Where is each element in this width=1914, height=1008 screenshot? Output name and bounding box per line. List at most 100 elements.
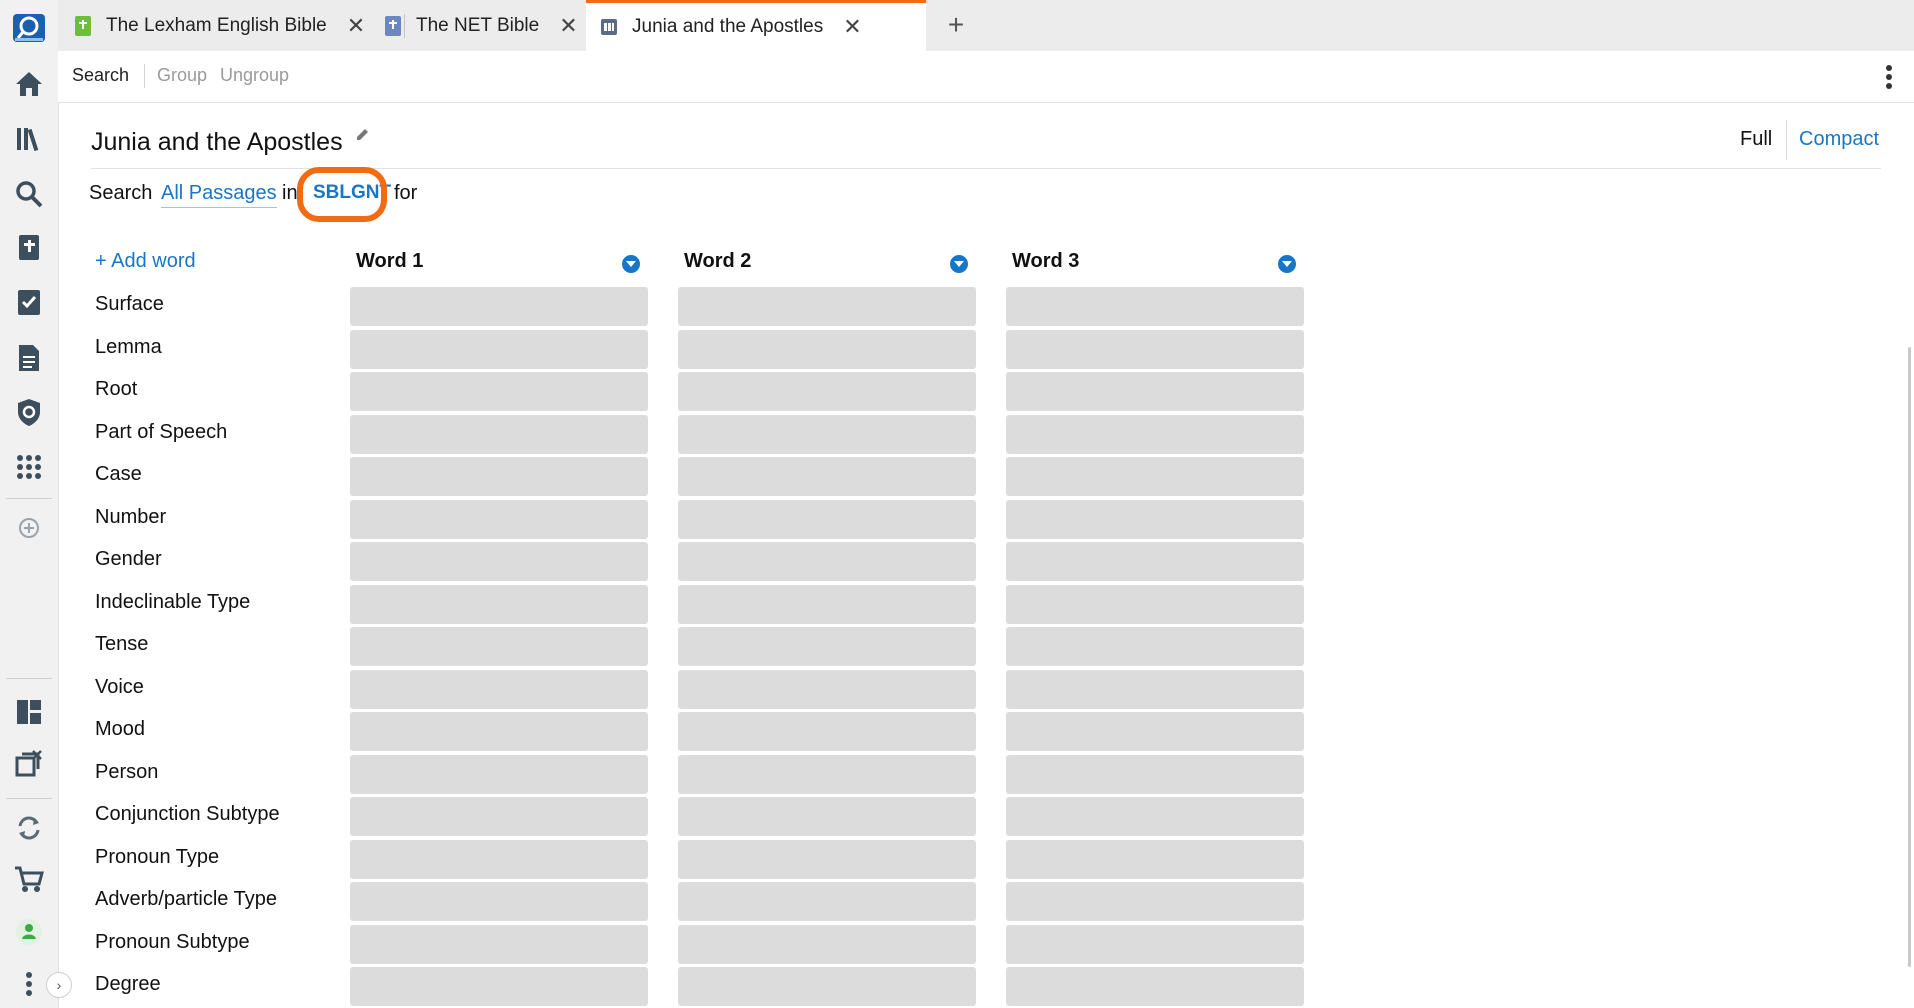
- close-icon[interactable]: ✕: [559, 14, 577, 37]
- attribute-value-cell[interactable]: [678, 627, 976, 666]
- dropdown-arrow-icon[interactable]: [950, 255, 968, 273]
- attribute-value-cell[interactable]: [1006, 457, 1304, 496]
- attribute-value-cell[interactable]: [678, 414, 976, 454]
- sync-icon[interactable]: [0, 806, 58, 850]
- for-label: for: [394, 182, 418, 204]
- tab-junia-apostles[interactable]: Junia and the Apostles ✕: [586, 0, 926, 51]
- attribute-value-cell[interactable]: [1006, 797, 1304, 836]
- attribute-value-cell[interactable]: [1006, 542, 1304, 581]
- attribute-value-cell[interactable]: [678, 329, 976, 369]
- logos-app-icon[interactable]: [0, 6, 58, 50]
- attribute-label: Lemma: [95, 335, 162, 358]
- shield-icon[interactable]: [0, 390, 58, 434]
- layout-icon[interactable]: [0, 690, 58, 734]
- add-panel-icon[interactable]: [0, 506, 58, 550]
- attribute-value-cell[interactable]: [350, 797, 648, 836]
- attribute-value-cell[interactable]: [350, 882, 648, 921]
- attribute-value-cell[interactable]: [350, 457, 648, 496]
- attribute-label: Pronoun Subtype: [95, 930, 250, 953]
- attribute-value-cell[interactable]: [350, 584, 648, 624]
- passage-range-link[interactable]: All Passages: [161, 182, 277, 208]
- attribute-value-cell[interactable]: [350, 287, 648, 326]
- attribute-value-cell[interactable]: [1006, 372, 1304, 411]
- attribute-value-cell[interactable]: [1006, 967, 1304, 1006]
- attribute-value-cell[interactable]: [678, 584, 976, 624]
- attribute-value-cell[interactable]: [350, 372, 648, 411]
- view-compact-button[interactable]: Compact: [1799, 128, 1879, 151]
- resource-link[interactable]: SBLGNT: [313, 182, 391, 204]
- attribute-value-cell[interactable]: [1006, 669, 1304, 709]
- search-prefix-label: Search: [89, 182, 153, 204]
- attribute-value-cell[interactable]: [350, 499, 648, 539]
- attribute-value-cell[interactable]: [678, 797, 976, 836]
- library-icon[interactable]: [0, 117, 58, 161]
- attribute-value-cell[interactable]: [350, 414, 648, 454]
- attribute-value-cell[interactable]: [1006, 882, 1304, 921]
- attribute-value-cell[interactable]: [678, 499, 976, 539]
- pencil-edit-icon[interactable]: [354, 126, 372, 144]
- attribute-value-cell[interactable]: [678, 882, 976, 921]
- toolbar-search-button[interactable]: Search: [72, 65, 129, 86]
- account-icon[interactable]: [0, 910, 58, 954]
- search-panel: Junia and the Apostles Full Compact Sear…: [58, 102, 1914, 1008]
- attribute-value-cell[interactable]: [1006, 627, 1304, 666]
- attribute-value-cell[interactable]: [350, 754, 648, 794]
- page-title[interactable]: Junia and the Apostles: [91, 128, 343, 157]
- attribute-value-cell[interactable]: [678, 839, 976, 879]
- cart-icon[interactable]: [0, 857, 58, 901]
- attribute-value-cell[interactable]: [350, 669, 648, 709]
- bible-book-blue-icon: [385, 15, 401, 36]
- attribute-value-cell[interactable]: [1006, 414, 1304, 454]
- toolbar-group-button[interactable]: Group: [157, 65, 207, 86]
- attribute-value-cell[interactable]: [678, 542, 976, 581]
- attribute-value-cell[interactable]: [1006, 329, 1304, 369]
- apps-grid-icon[interactable]: [0, 445, 58, 489]
- attribute-value-cell[interactable]: [1006, 287, 1304, 326]
- attribute-value-cell[interactable]: [678, 372, 976, 411]
- attribute-value-cell[interactable]: [350, 627, 648, 666]
- attribute-value-cell[interactable]: [1006, 499, 1304, 539]
- attribute-value-cell[interactable]: [678, 712, 976, 751]
- view-divider: [1786, 120, 1787, 160]
- panel-menu-icon[interactable]: [1884, 63, 1894, 91]
- attribute-value-cell[interactable]: [678, 754, 976, 794]
- plus-icon: +: [947, 9, 965, 40]
- search-doc-icon: [601, 19, 617, 35]
- attribute-value-cell[interactable]: [678, 669, 976, 709]
- attribute-value-cell[interactable]: [1006, 924, 1304, 964]
- attribute-value-cell[interactable]: [350, 329, 648, 369]
- attribute-value-cell[interactable]: [678, 287, 976, 326]
- attribute-value-cell[interactable]: [350, 967, 648, 1006]
- word-column-header: Word 3: [1006, 250, 1304, 278]
- attribute-value-cell[interactable]: [1006, 584, 1304, 624]
- new-tab-button[interactable]: +: [941, 8, 971, 42]
- dropdown-arrow-icon[interactable]: [622, 255, 640, 273]
- attribute-value-cell[interactable]: [678, 967, 976, 1006]
- word-column-header: Word 2: [678, 250, 976, 278]
- bible-icon[interactable]: [0, 226, 58, 270]
- attribute-value-cell[interactable]: [678, 457, 976, 496]
- home-icon[interactable]: [0, 62, 58, 106]
- attribute-value-cell[interactable]: [678, 924, 976, 964]
- close-icon[interactable]: ✕: [843, 16, 861, 38]
- close-icon[interactable]: ✕: [347, 14, 365, 37]
- attribute-value-cell[interactable]: [350, 839, 648, 879]
- dropdown-arrow-icon[interactable]: [1278, 255, 1296, 273]
- attribute-value-cell[interactable]: [1006, 754, 1304, 794]
- vertical-scrollbar[interactable]: [1908, 347, 1911, 967]
- attribute-value-cell[interactable]: [350, 712, 648, 751]
- attribute-label: Number: [95, 505, 167, 528]
- close-panels-icon[interactable]: [0, 742, 58, 786]
- document-icon[interactable]: [0, 336, 58, 380]
- attribute-value-cell[interactable]: [1006, 712, 1304, 751]
- add-word-button[interactable]: + Add word: [95, 250, 196, 273]
- attribute-value-cell[interactable]: [350, 542, 648, 581]
- attribute-label: Conjunction Subtype: [95, 803, 280, 825]
- attribute-value-cell[interactable]: [1006, 839, 1304, 879]
- search-icon[interactable]: [0, 172, 58, 216]
- view-full-button[interactable]: Full: [1740, 128, 1772, 151]
- attribute-value-cell[interactable]: [350, 924, 648, 964]
- tab-lexham[interactable]: The Lexham English Bible ✕: [74, 0, 414, 51]
- checklist-icon[interactable]: [0, 281, 58, 325]
- toolbar-ungroup-button[interactable]: Ungroup: [220, 65, 289, 86]
